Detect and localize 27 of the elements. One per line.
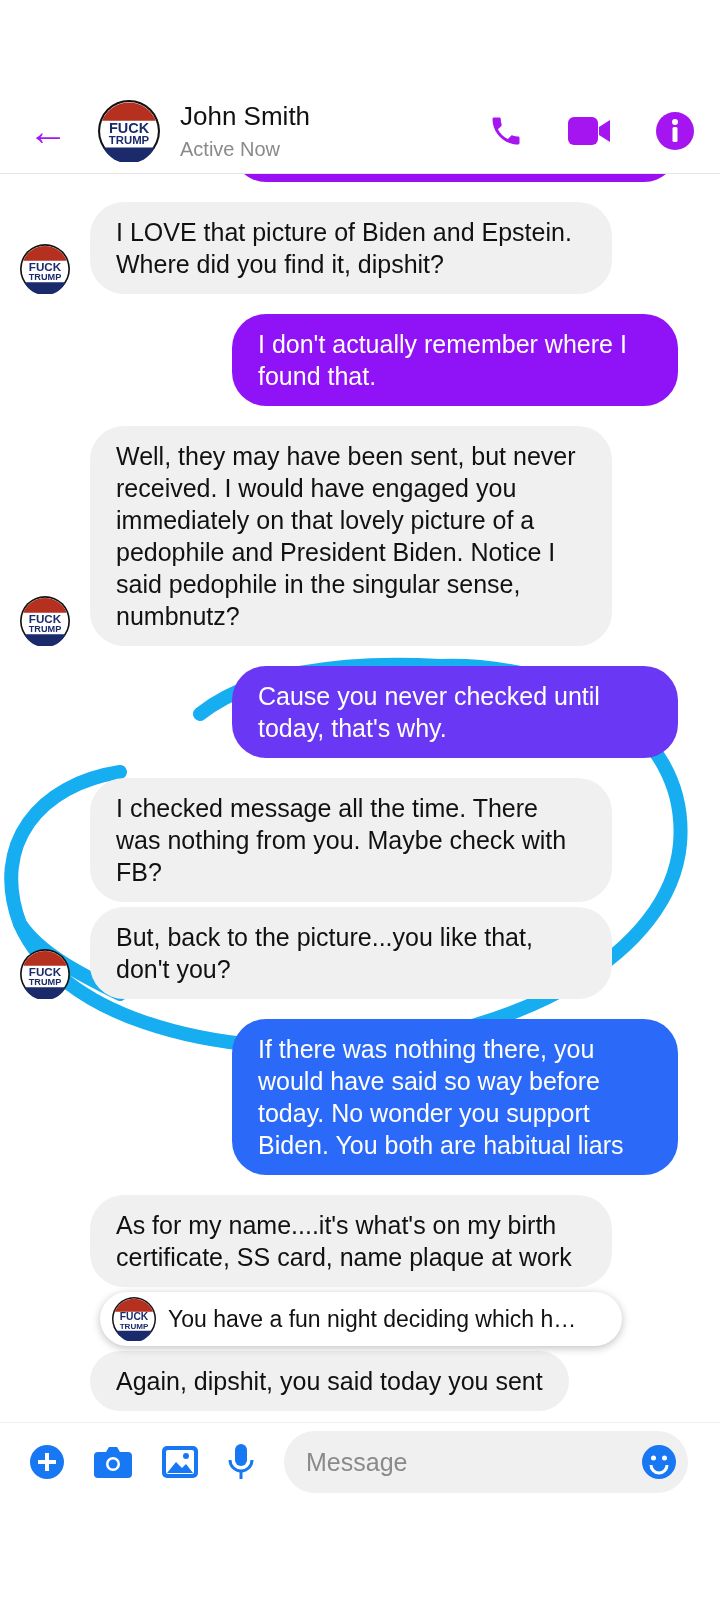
message-bubble: I LOVE that picture of Biden and Epstein. Where did you find it, dipshit? — [90, 202, 612, 294]
message-field[interactable]: Message — [284, 1431, 688, 1493]
new-message-toast[interactable]: FUCK TRUMP You have a fun night deciding which h… — [100, 1292, 622, 1346]
message-bubble: Cause you never checked until today, that's why. — [232, 666, 678, 758]
message-bubble: I don't actually remember where I found that. — [232, 314, 678, 406]
message-bubble: Again, dipshit, you said today you sent — [90, 1351, 569, 1411]
video-camera-icon[interactable] — [568, 115, 612, 146]
emoji-icon[interactable] — [642, 1445, 676, 1479]
image-icon[interactable] — [162, 1446, 198, 1478]
message-bubble: As for my name....it's what's on my birth certificate, SS card, name plaque at work — [90, 1195, 612, 1287]
plus-icon[interactable] — [30, 1445, 64, 1479]
avatar: FUCK TRUMP — [20, 244, 70, 294]
back-button[interactable]: ← — [28, 110, 98, 151]
active-status: Active Now — [180, 137, 282, 161]
preview-text: You have a fun night deciding which h… — [168, 1305, 577, 1333]
avatar: FUCK TRUMP — [112, 1297, 156, 1341]
info-icon[interactable] — [656, 111, 694, 150]
camera-icon[interactable] — [94, 1446, 132, 1478]
contact-name: John Smith — [180, 100, 312, 132]
avatar: FUCK TRUMP — [20, 949, 70, 999]
message-bubble: If there was nothing there, you would have said so way before today. No wonder you support Biden. You both are habitual liars — [232, 1019, 678, 1175]
message-bubble: But, back to the picture...you like that, don't you? — [90, 907, 612, 999]
message-bubble: I checked message all the time. There was nothing from you. Maybe check with FB? — [90, 778, 612, 902]
avatar: FUCK TRUMP — [20, 596, 70, 646]
message-bubble: Well, they may have been sent, but never received. I would have engaged you immediately on that lovely picture of a pedophile and President Biden. Notice I said pedophile in the singular sense, numbnutz? — [90, 426, 612, 646]
microphone-icon[interactable] — [228, 1444, 254, 1480]
avatar: FUCK TRUMP — [98, 99, 160, 162]
